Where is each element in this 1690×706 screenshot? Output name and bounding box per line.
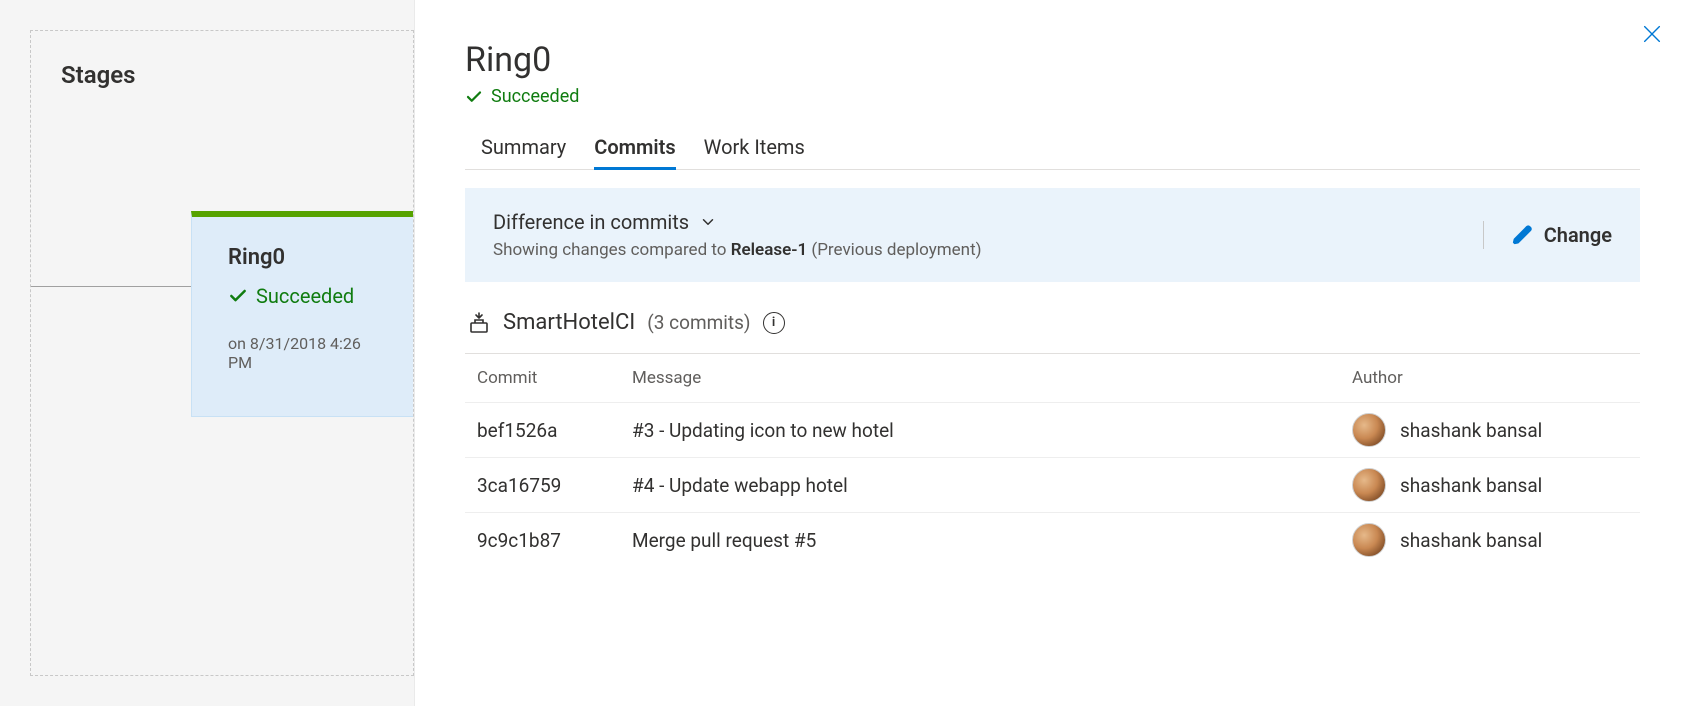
table-row[interactable]: bef1526a #3 - Updating icon to new hotel… bbox=[465, 403, 1640, 458]
detail-panel: Ring0 Succeeded Summary Commits Work Ite… bbox=[414, 0, 1690, 706]
commit-author: shashank bansal bbox=[1400, 474, 1542, 497]
stage-card-title: Ring0 bbox=[228, 245, 383, 270]
difference-sub-prefix: Showing changes compared to bbox=[493, 240, 731, 260]
check-icon bbox=[465, 88, 483, 106]
difference-sub-suffix: (Previous deployment) bbox=[807, 240, 981, 260]
commit-author-cell: shashank bansal bbox=[1340, 513, 1640, 568]
change-button-label: Change bbox=[1544, 223, 1612, 247]
commit-author-cell: shashank bansal bbox=[1340, 458, 1640, 513]
artifact-source-name: SmartHotelCI bbox=[503, 310, 635, 335]
commit-message: Merge pull request #5 bbox=[620, 513, 1340, 568]
commit-author: shashank bansal bbox=[1400, 529, 1542, 552]
panel-status: Succeeded bbox=[465, 86, 1640, 107]
stages-pane: Stages Ring0 Succeeded on 8/31/2018 4:26… bbox=[0, 0, 414, 706]
stages-title: Stages bbox=[61, 61, 413, 89]
commit-message: #4 - Update webapp hotel bbox=[620, 458, 1340, 513]
commit-author: shashank bansal bbox=[1400, 419, 1542, 442]
artifact-icon bbox=[467, 311, 491, 335]
table-row[interactable]: 3ca16759 #4 - Update webapp hotel shasha… bbox=[465, 458, 1640, 513]
panel-title: Ring0 bbox=[465, 40, 1640, 80]
col-header-commit: Commit bbox=[465, 354, 620, 403]
chevron-down-icon bbox=[699, 213, 717, 231]
avatar bbox=[1352, 523, 1386, 557]
pencil-icon bbox=[1512, 224, 1534, 246]
artifact-commit-count: (3 commits) bbox=[647, 311, 750, 334]
stages-container: Stages Ring0 Succeeded on 8/31/2018 4:26… bbox=[30, 30, 414, 676]
commit-hash: 9c9c1b87 bbox=[465, 513, 620, 568]
separator bbox=[1483, 221, 1484, 249]
check-icon bbox=[228, 286, 248, 306]
commit-hash: bef1526a bbox=[465, 403, 620, 458]
avatar bbox=[1352, 413, 1386, 447]
stage-card-status: Succeeded bbox=[228, 284, 383, 308]
tabs: Summary Commits Work Items bbox=[465, 135, 1640, 170]
commit-hash: 3ca16759 bbox=[465, 458, 620, 513]
difference-subtitle: Showing changes compared to Release-1 (P… bbox=[493, 240, 982, 260]
difference-title: Difference in commits bbox=[493, 210, 689, 234]
col-header-message: Message bbox=[620, 354, 1340, 403]
table-row[interactable]: 9c9c1b87 Merge pull request #5 shashank … bbox=[465, 513, 1640, 568]
commit-message: #3 - Updating icon to new hotel bbox=[620, 403, 1340, 458]
change-button[interactable]: Change bbox=[1512, 223, 1612, 247]
difference-dropdown[interactable]: Difference in commits bbox=[493, 210, 982, 234]
stage-card-ring0[interactable]: Ring0 Succeeded on 8/31/2018 4:26 PM bbox=[191, 211, 413, 417]
close-icon bbox=[1641, 23, 1663, 45]
tab-workitems[interactable]: Work Items bbox=[704, 135, 805, 169]
tab-commits[interactable]: Commits bbox=[594, 135, 675, 169]
commit-author-cell: shashank bansal bbox=[1340, 403, 1640, 458]
commits-table: Commit Message Author bef1526a #3 - Upda… bbox=[465, 353, 1640, 567]
stage-connector bbox=[31, 286, 191, 287]
avatar bbox=[1352, 468, 1386, 502]
tab-summary[interactable]: Summary bbox=[481, 135, 566, 169]
difference-sub-release: Release-1 bbox=[731, 240, 807, 260]
difference-bar: Difference in commits Showing changes co… bbox=[465, 188, 1640, 282]
info-icon[interactable]: i bbox=[763, 312, 785, 334]
close-button[interactable] bbox=[1632, 14, 1672, 54]
artifact-source: SmartHotelCI (3 commits) i bbox=[465, 310, 1640, 335]
stage-card-status-label: Succeeded bbox=[256, 284, 354, 308]
col-header-author: Author bbox=[1340, 354, 1640, 403]
panel-status-label: Succeeded bbox=[491, 86, 579, 107]
stage-card-timestamp: on 8/31/2018 4:26 PM bbox=[228, 334, 383, 372]
